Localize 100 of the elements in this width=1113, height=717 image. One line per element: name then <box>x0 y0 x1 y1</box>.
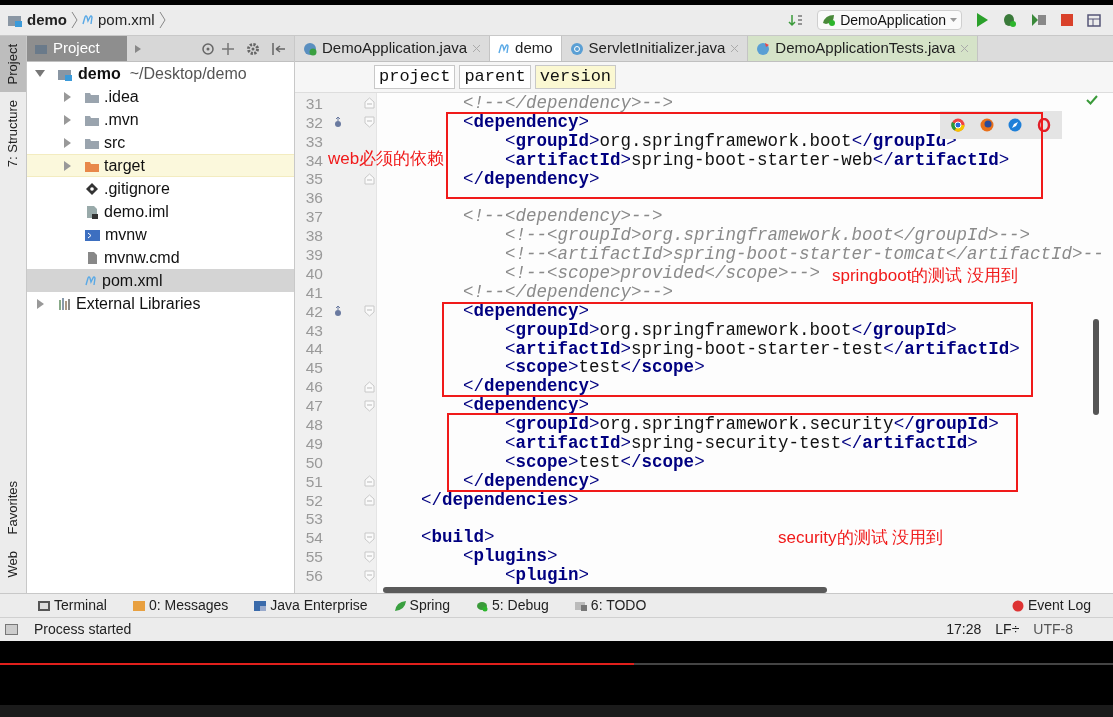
tree-item[interactable]: pom.xml <box>27 269 294 292</box>
tool-window-tab[interactable]: Web <box>0 542 26 585</box>
line-number: 34 <box>304 150 323 171</box>
library-icon <box>58 296 71 311</box>
line-number: 44 <box>304 339 323 360</box>
code-comment: <!--</dependency>--> <box>463 281 674 302</box>
caret-position[interactable]: 17:28 <box>946 619 982 640</box>
class-icon <box>756 41 771 56</box>
override-icon[interactable] <box>334 305 342 317</box>
maven-icon <box>82 13 94 27</box>
tool-window-button[interactable]: Spring <box>393 595 451 616</box>
fold-icon[interactable] <box>364 305 375 318</box>
collapsed-arrow-icon[interactable] <box>62 137 72 148</box>
tree-item[interactable]: src <box>27 131 294 154</box>
close-icon[interactable] <box>960 44 970 53</box>
run-icon[interactable] <box>976 13 988 27</box>
tool-window-tab[interactable]: 7: Structure <box>0 92 26 176</box>
browser-icon[interactable] <box>951 118 966 132</box>
fold-icon[interactable] <box>364 494 375 507</box>
message-icon <box>132 599 145 612</box>
line-number: 49 <box>304 433 323 454</box>
tag-breadcrumb[interactable]: version <box>534 65 617 89</box>
fold-icon[interactable] <box>364 173 375 185</box>
fold-icon[interactable] <box>364 475 375 488</box>
close-icon[interactable] <box>730 44 740 53</box>
horizontal-scrollbar[interactable] <box>383 587 827 593</box>
bug-icon[interactable] <box>1002 12 1017 28</box>
breadcrumb[interactable]: pom.xml <box>82 8 155 32</box>
annotation-note: springboot的测试 没用到 <box>832 265 1019 287</box>
tool-window-button[interactable]: 0: Messages <box>132 595 229 616</box>
encoding[interactable]: UTF-8 <box>1033 619 1073 640</box>
collapsed-arrow-icon[interactable] <box>62 91 72 102</box>
tool-window-button[interactable]: Terminal <box>38 595 107 616</box>
fold-icon[interactable] <box>364 380 375 393</box>
line-separator[interactable]: LF÷ <box>995 619 1020 640</box>
maven-icon <box>498 41 511 56</box>
expanded-arrow-icon[interactable] <box>35 68 45 79</box>
fold-icon[interactable] <box>364 97 375 110</box>
file-icon <box>85 250 99 265</box>
tool-window-button[interactable]: Java Enterprise <box>254 595 368 616</box>
tool-window-tab[interactable]: Favorites <box>0 473 26 543</box>
line-number: 45 <box>304 358 323 379</box>
line-number: 39 <box>304 244 323 265</box>
tree-item[interactable]: .idea <box>27 85 294 108</box>
bug-icon <box>476 599 489 612</box>
tree-item[interactable]: .gitignore <box>27 177 294 200</box>
fold-icon[interactable] <box>364 569 375 582</box>
tree-item[interactable]: .mvn <box>27 108 294 131</box>
line-number: 50 <box>304 452 323 473</box>
code-line: <groupId>org.springframework.security</groupId> <box>505 414 999 435</box>
code-line: <plugin> <box>505 565 590 586</box>
ring-icon[interactable] <box>1036 118 1051 132</box>
alert-icon <box>1011 599 1024 612</box>
tree-item[interactable]: External Libraries <box>27 292 294 315</box>
fold-icon[interactable] <box>364 531 375 544</box>
tool-window-button[interactable]: 6: TODO <box>574 595 647 616</box>
line-number: 41 <box>304 282 323 303</box>
coverage-icon[interactable] <box>1031 13 1047 27</box>
code-line: <scope>test</scope> <box>505 357 705 378</box>
compass-icon[interactable] <box>1008 118 1023 132</box>
code-line: <build> <box>421 527 495 548</box>
sort-icon[interactable] <box>788 13 804 27</box>
editor-tab[interactable]: DemoApplicationTests.java <box>748 36 979 61</box>
browser-icon[interactable] <box>979 118 994 132</box>
editor-tab[interactable]: demo <box>490 36 562 61</box>
settings-icon[interactable] <box>246 41 260 56</box>
tree-item[interactable]: demo.iml <box>27 200 294 223</box>
override-icon[interactable] <box>334 116 342 128</box>
status-toggle-icon[interactable] <box>5 624 18 635</box>
line-number: 38 <box>304 226 323 247</box>
tree-item[interactable]: target <box>27 154 294 177</box>
code-comment: <!--</dependency>--> <box>463 93 674 113</box>
collapse-icon[interactable] <box>222 42 234 55</box>
annotation-note: security的测试 没用到 <box>778 527 944 549</box>
tag-breadcrumb[interactable]: project <box>374 65 456 89</box>
tree-item[interactable]: demo ~/Desktop/demo <box>27 62 294 85</box>
tool-window-tab[interactable]: Project <box>0 36 26 93</box>
code-line: <dependency> <box>463 111 590 132</box>
enterprise-icon <box>254 599 267 612</box>
structure-icon[interactable] <box>1087 13 1101 27</box>
breadcrumb[interactable]: demo <box>8 8 67 32</box>
line-number: 42 <box>304 301 323 322</box>
tool-window-button[interactable]: 5: Debug <box>476 595 549 616</box>
hide-icon[interactable] <box>272 42 286 55</box>
run-configuration-dropdown[interactable]: DemoApplication <box>817 10 962 30</box>
fold-icon[interactable] <box>364 399 375 412</box>
collapsed-arrow-icon[interactable] <box>62 114 72 125</box>
event-log-button[interactable]: Event Log <box>1027 595 1091 616</box>
tree-item[interactable]: mvnw <box>27 223 294 246</box>
collapsed-arrow-icon[interactable] <box>35 298 45 309</box>
target-icon[interactable] <box>202 42 214 55</box>
fold-icon[interactable] <box>364 550 375 563</box>
collapsed-arrow-icon[interactable] <box>62 160 72 171</box>
vertical-scrollbar[interactable] <box>1093 319 1099 415</box>
close-icon[interactable] <box>472 44 482 53</box>
tag-breadcrumb[interactable]: parent <box>459 65 531 89</box>
check-icon <box>1086 95 1098 105</box>
tree-item[interactable]: mvnw.cmd <box>27 246 294 269</box>
fold-icon[interactable] <box>364 116 375 129</box>
caret-icon[interactable] <box>135 44 141 53</box>
